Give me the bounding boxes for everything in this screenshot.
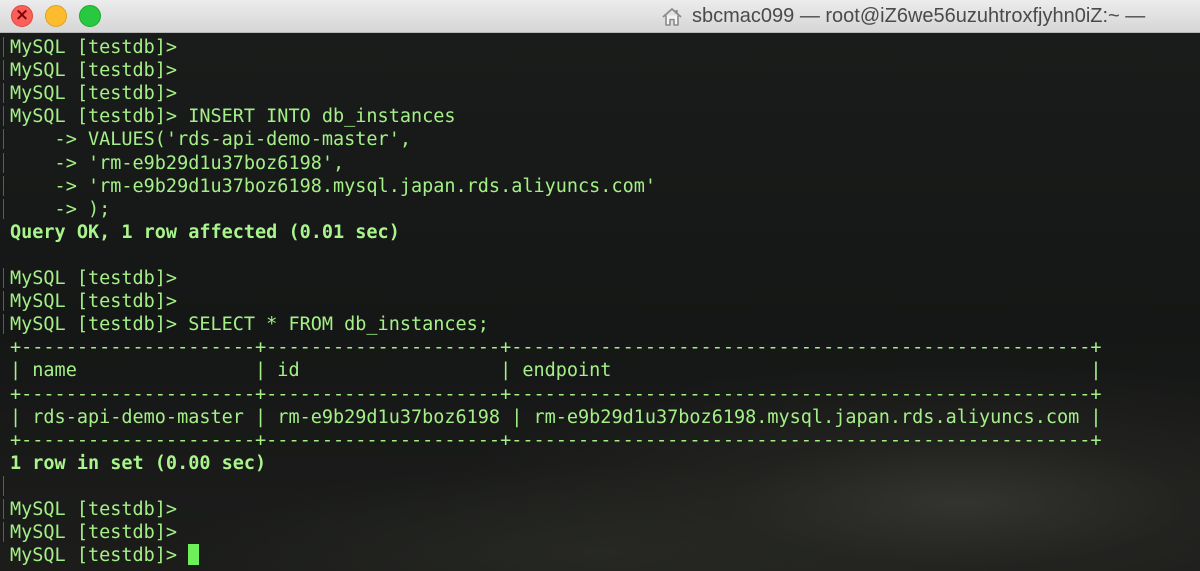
- prompt-mark: [3, 60, 6, 80]
- prompt-mark: [3, 199, 6, 219]
- prompt-mark: [3, 499, 6, 519]
- terminal-line-text: +---------------------+-----------------…: [10, 430, 1102, 451]
- terminal-line-text: MySQL [testdb]>: [10, 499, 178, 520]
- terminal-line-text: -> );: [10, 199, 111, 220]
- terminal-line-text: -> 'rm-e9b29d1u37boz6198.mysql.japan.rds…: [10, 176, 657, 197]
- terminal-line-text: +---------------------+-----------------…: [10, 384, 1102, 405]
- text-cursor: [188, 544, 200, 565]
- zoom-button[interactable]: [79, 5, 101, 27]
- terminal-line-text: | name | id | endpoint |: [10, 360, 1102, 381]
- terminal-line-text: MySQL [testdb]> INSERT INTO db_instances: [10, 106, 456, 127]
- close-button[interactable]: [11, 4, 33, 27]
- terminal-line: MySQL [testdb]>: [10, 544, 200, 567]
- terminal-line-text: MySQL [testdb]>: [10, 522, 178, 543]
- prompt-mark: [3, 176, 6, 196]
- terminal-line: 1 row in set (0.00 sec): [10, 452, 266, 475]
- terminal-line-text: -> 'rm-e9b29d1u37boz6198',: [10, 153, 345, 174]
- prompt-mark: [3, 83, 6, 103]
- window-title: sbcmac099 — root@iZ6we56uzuhtroxfjyhn0iZ…: [692, 5, 1146, 27]
- terminal-line-text: MySQL [testdb]>: [10, 268, 178, 289]
- terminal-line: | rds-api-demo-master | rm-e9b29d1u37boz…: [10, 406, 1102, 429]
- terminal-line-text: MySQL [testdb]>: [10, 545, 189, 566]
- prompt-mark: [3, 522, 6, 542]
- terminal-line: +---------------------+-----------------…: [10, 383, 1102, 406]
- home-icon: [660, 5, 684, 29]
- terminal-line: Query OK, 1 row affected (0.01 sec): [10, 221, 400, 244]
- terminal-line: MySQL [testdb]>: [10, 267, 177, 290]
- terminal-line-text: MySQL [testdb]>: [10, 291, 178, 312]
- terminal-line-text: MySQL [testdb]>: [10, 60, 178, 81]
- terminal-line: MySQL [testdb]>: [10, 290, 177, 313]
- terminal-line-text: -> VALUES('rds-api-demo-master',: [10, 129, 411, 150]
- prompt-mark: [3, 106, 6, 126]
- terminal-line: | name | id | endpoint |: [10, 359, 1102, 382]
- minimize-button[interactable]: [45, 5, 67, 27]
- terminal-line: MySQL [testdb]>: [10, 36, 177, 59]
- terminal-window: sbcmac099 — root@iZ6we56uzuhtroxfjyhn0iZ…: [0, 0, 1200, 571]
- terminal-line-text: 1 row in set (0.00 sec): [10, 453, 267, 474]
- terminal-line: +---------------------+-----------------…: [10, 336, 1102, 359]
- terminal-line: MySQL [testdb]>: [10, 59, 177, 82]
- prompt-mark: [3, 476, 6, 496]
- prompt-mark: [3, 153, 6, 173]
- terminal-line: -> );: [10, 198, 111, 221]
- terminal-line: MySQL [testdb]> SELECT * FROM db_instanc…: [10, 313, 489, 336]
- prompt-mark: [3, 129, 6, 149]
- prompt-mark: [3, 291, 6, 311]
- terminal-line: -> 'rm-e9b29d1u37boz6198.mysql.japan.rds…: [10, 175, 656, 198]
- terminal-line-text: | rds-api-demo-master | rm-e9b29d1u37boz…: [10, 407, 1102, 428]
- terminal-line-text: MySQL [testdb]>: [10, 83, 178, 104]
- terminal-line-text: MySQL [testdb]> SELECT * FROM db_instanc…: [10, 314, 489, 335]
- title-bar[interactable]: sbcmac099 — root@iZ6we56uzuhtroxfjyhn0iZ…: [0, 0, 1200, 33]
- prompt-mark: [3, 268, 6, 288]
- terminal-line-text: MySQL [testdb]>: [10, 37, 178, 58]
- terminal-line: -> 'rm-e9b29d1u37boz6198',: [10, 152, 345, 175]
- window-title-group: sbcmac099 — root@iZ6we56uzuhtroxfjyhn0iZ…: [660, 0, 1145, 33]
- terminal-line: +---------------------+-----------------…: [10, 429, 1102, 452]
- terminal-line: MySQL [testdb]> INSERT INTO db_instances: [10, 105, 456, 128]
- terminal-line: -> VALUES('rds-api-demo-master',: [10, 128, 411, 151]
- terminal-line-text: Query OK, 1 row affected (0.01 sec): [10, 222, 400, 243]
- terminal-line: MySQL [testdb]>: [10, 521, 177, 544]
- terminal-line-text: +---------------------+-----------------…: [10, 337, 1102, 358]
- terminal-line: MySQL [testdb]>: [10, 82, 177, 105]
- prompt-mark: [3, 37, 6, 57]
- terminal-line: MySQL [testdb]>: [10, 498, 177, 521]
- terminal-content[interactable]: MySQL [testdb]> MySQL [testdb]> MySQL [tes…: [0, 33, 1200, 571]
- prompt-mark: [3, 314, 6, 334]
